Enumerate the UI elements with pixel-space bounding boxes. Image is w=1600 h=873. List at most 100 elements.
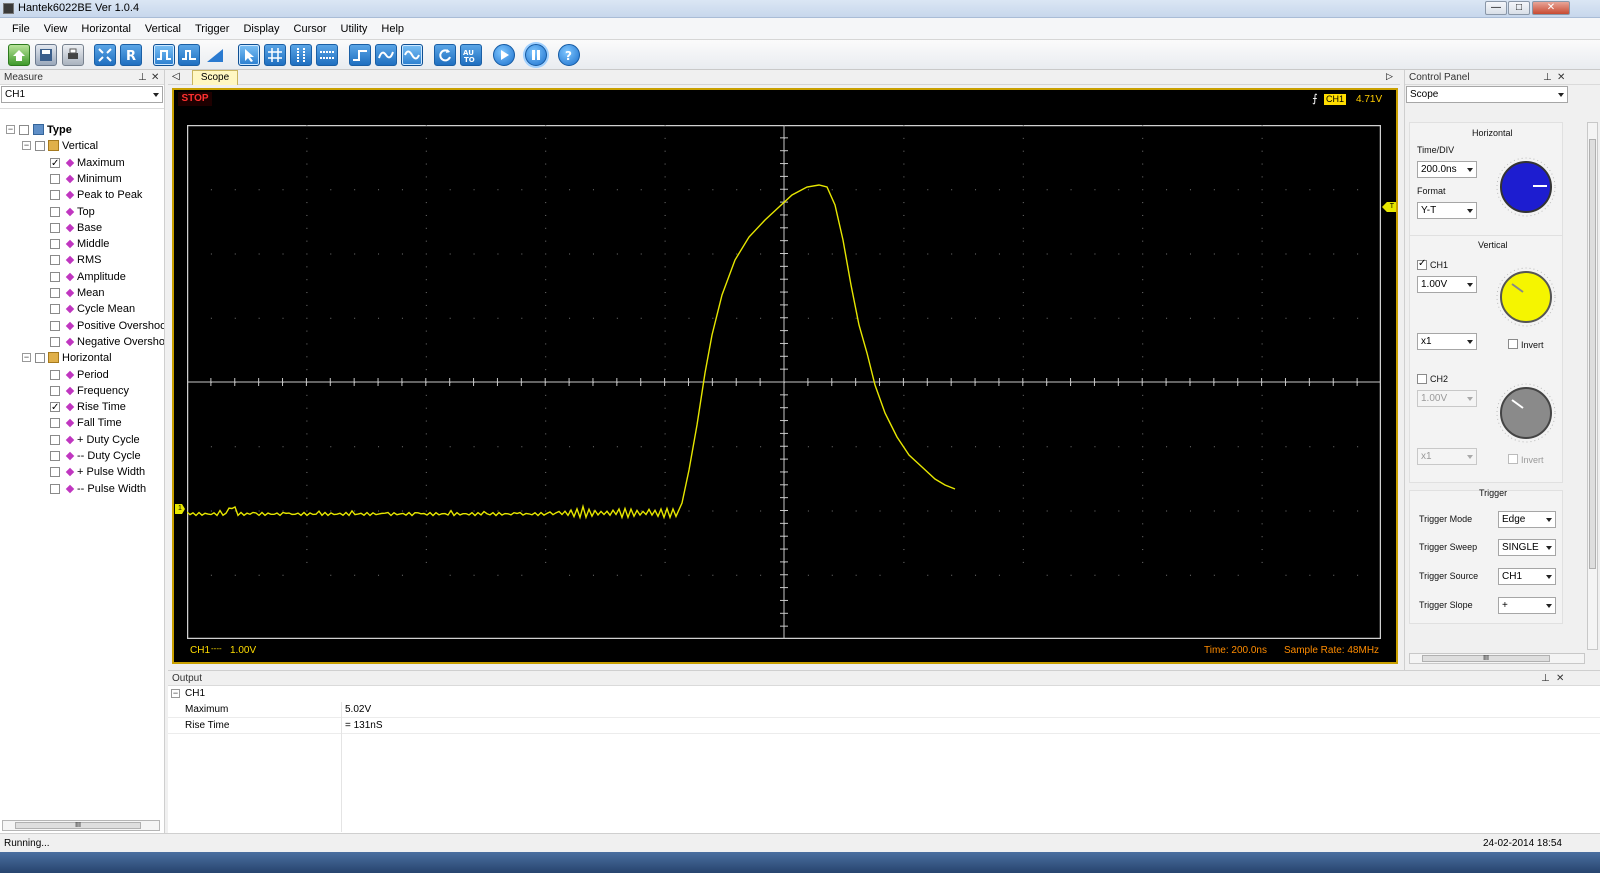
tree-group-horizontal[interactable]: − Horizontal — [0, 350, 164, 366]
measure-item-checkbox[interactable] — [50, 288, 60, 298]
output-row[interactable]: Maximum 5.02V — [168, 702, 1600, 718]
menu-utility[interactable]: Utility — [341, 23, 368, 35]
ch2-invert-checkbox[interactable] — [1508, 454, 1518, 464]
measure-item-checkbox[interactable] — [50, 418, 60, 429]
timebase-knob[interactable] — [1495, 156, 1557, 218]
refresh-icon[interactable] — [434, 44, 456, 66]
measure-item-checkbox[interactable] — [50, 385, 60, 396]
time-div-select[interactable]: 200.0ns — [1417, 161, 1477, 178]
measure-scrollbar[interactable]: III — [2, 820, 160, 831]
ch2-probe-select[interactable]: x1 — [1417, 448, 1477, 465]
tab-left-arrow-icon[interactable]: ◁ — [172, 71, 180, 82]
pin-icon[interactable]: ⊥ — [138, 70, 147, 85]
control-hscrollbar[interactable]: III — [1409, 653, 1585, 664]
measure-item[interactable]: + Duty Cycle — [0, 432, 164, 448]
measure-item[interactable]: Peak to Peak — [0, 187, 164, 203]
measure-item[interactable]: Maximum — [0, 155, 164, 171]
tab-scope[interactable]: Scope — [192, 70, 238, 85]
measure-item[interactable]: Cycle Mean — [0, 301, 164, 317]
measure-item[interactable]: Top — [0, 204, 164, 220]
ch2-enable-checkbox[interactable] — [1417, 374, 1427, 384]
ch2-volts-select[interactable]: 1.00V — [1417, 390, 1477, 407]
trigger-source-select[interactable]: CH1 — [1498, 568, 1556, 585]
menu-file[interactable]: File — [12, 23, 30, 35]
format-select[interactable]: Y-T — [1417, 202, 1477, 219]
ch1-enable-checkbox[interactable] — [1417, 258, 1427, 270]
output-row[interactable]: Rise Time = 131nS — [168, 718, 1600, 734]
control-hscroll-thumb[interactable]: III — [1422, 655, 1550, 662]
tree-root[interactable]: − Type — [0, 122, 164, 138]
ch2-volts-knob[interactable] — [1495, 382, 1557, 444]
sine-icon[interactable] — [375, 44, 397, 66]
measure-item[interactable]: Minimum — [0, 171, 164, 187]
wave-icon[interactable] — [401, 44, 423, 66]
measure-item[interactable]: Rise Time — [0, 399, 164, 415]
close-icon[interactable]: ✕ — [1557, 70, 1565, 85]
measure-item-checkbox[interactable] — [50, 222, 60, 233]
measure-scroll-thumb[interactable]: III — [15, 822, 141, 829]
auto-icon[interactable]: AU TO — [460, 44, 482, 66]
open-icon[interactable] — [8, 44, 30, 66]
measure-item-checkbox[interactable] — [50, 255, 60, 266]
square-wave-icon[interactable] — [153, 44, 175, 66]
ch1-invert-checkbox[interactable] — [1508, 339, 1518, 349]
measure-item-checkbox[interactable] — [50, 173, 60, 184]
menu-horizontal[interactable]: Horizontal — [81, 23, 131, 35]
vertical-cursor-icon[interactable] — [290, 44, 312, 66]
control-mode-select[interactable]: Scope — [1406, 86, 1568, 103]
play-icon[interactable] — [493, 44, 515, 66]
reset-icon[interactable]: R — [120, 44, 142, 66]
menu-view[interactable]: View — [44, 23, 68, 35]
tree-root-checkbox[interactable] — [19, 125, 29, 135]
measure-channel-select[interactable]: CH1 — [1, 86, 163, 103]
measure-item-checkbox[interactable] — [50, 320, 60, 331]
measure-item[interactable]: Fall Time — [0, 415, 164, 431]
collapse-icon[interactable]: − — [171, 689, 180, 698]
tab-right-arrow-icon[interactable]: ▷ — [1386, 71, 1393, 82]
ch1-volts-knob[interactable] — [1495, 266, 1557, 328]
measure-item-checkbox[interactable] — [50, 369, 60, 380]
maximize-button[interactable]: □ — [1508, 1, 1530, 15]
print-icon[interactable] — [62, 44, 84, 66]
collapse-icon[interactable]: − — [6, 125, 15, 134]
collapse-icon[interactable]: − — [22, 141, 31, 151]
save-icon[interactable] — [35, 44, 57, 66]
close-button[interactable]: ✕ — [1532, 1, 1570, 15]
control-vscrollbar[interactable] — [1587, 122, 1598, 650]
ramp-icon[interactable] — [204, 44, 226, 66]
measure-item[interactable]: -- Duty Cycle — [0, 448, 164, 464]
measure-item[interactable]: Period — [0, 367, 164, 383]
measure-item-checkbox[interactable] — [50, 239, 60, 250]
menu-trigger[interactable]: Trigger — [195, 23, 229, 35]
pulse-icon[interactable] — [178, 44, 200, 66]
pause-icon[interactable] — [525, 44, 547, 66]
collapse-icon[interactable]: − — [22, 353, 31, 363]
measure-item-checkbox[interactable] — [50, 271, 60, 282]
tree-group-checkbox[interactable] — [35, 141, 45, 152]
measure-item-checkbox[interactable] — [50, 304, 60, 315]
step-icon[interactable] — [349, 44, 371, 66]
measure-item[interactable]: Amplitude — [0, 269, 164, 285]
tree-group-vertical[interactable]: − Vertical — [0, 138, 164, 154]
measure-item-checkbox[interactable] — [50, 206, 60, 217]
close-icon[interactable]: ✕ — [151, 70, 159, 85]
measure-item[interactable]: Negative Oversho — [0, 334, 164, 350]
measure-item-checkbox[interactable] — [50, 190, 60, 201]
measure-item[interactable]: Mean — [0, 285, 164, 301]
ch1-volts-select[interactable]: 1.00V — [1417, 276, 1477, 293]
measure-item-checkbox[interactable] — [50, 483, 60, 494]
auto-scale-icon[interactable] — [94, 44, 116, 66]
menu-help[interactable]: Help — [381, 23, 404, 35]
close-icon[interactable]: ✕ — [1556, 671, 1564, 686]
cursor-select-icon[interactable] — [238, 44, 260, 66]
pin-icon[interactable]: ⊥ — [1543, 70, 1552, 85]
measure-item-checkbox[interactable] — [50, 451, 60, 461]
ch1-probe-select[interactable]: x1 — [1417, 333, 1477, 350]
output-group-row[interactable]: − CH1 — [168, 686, 1600, 702]
menu-cursor[interactable]: Cursor — [294, 23, 327, 35]
measure-item[interactable]: -- Pulse Width — [0, 481, 164, 497]
measure-item[interactable]: Frequency — [0, 383, 164, 399]
measure-item[interactable]: Base — [0, 220, 164, 236]
pin-icon[interactable]: ⊥ — [1541, 671, 1550, 686]
horizontal-cursor-icon[interactable] — [316, 44, 338, 66]
